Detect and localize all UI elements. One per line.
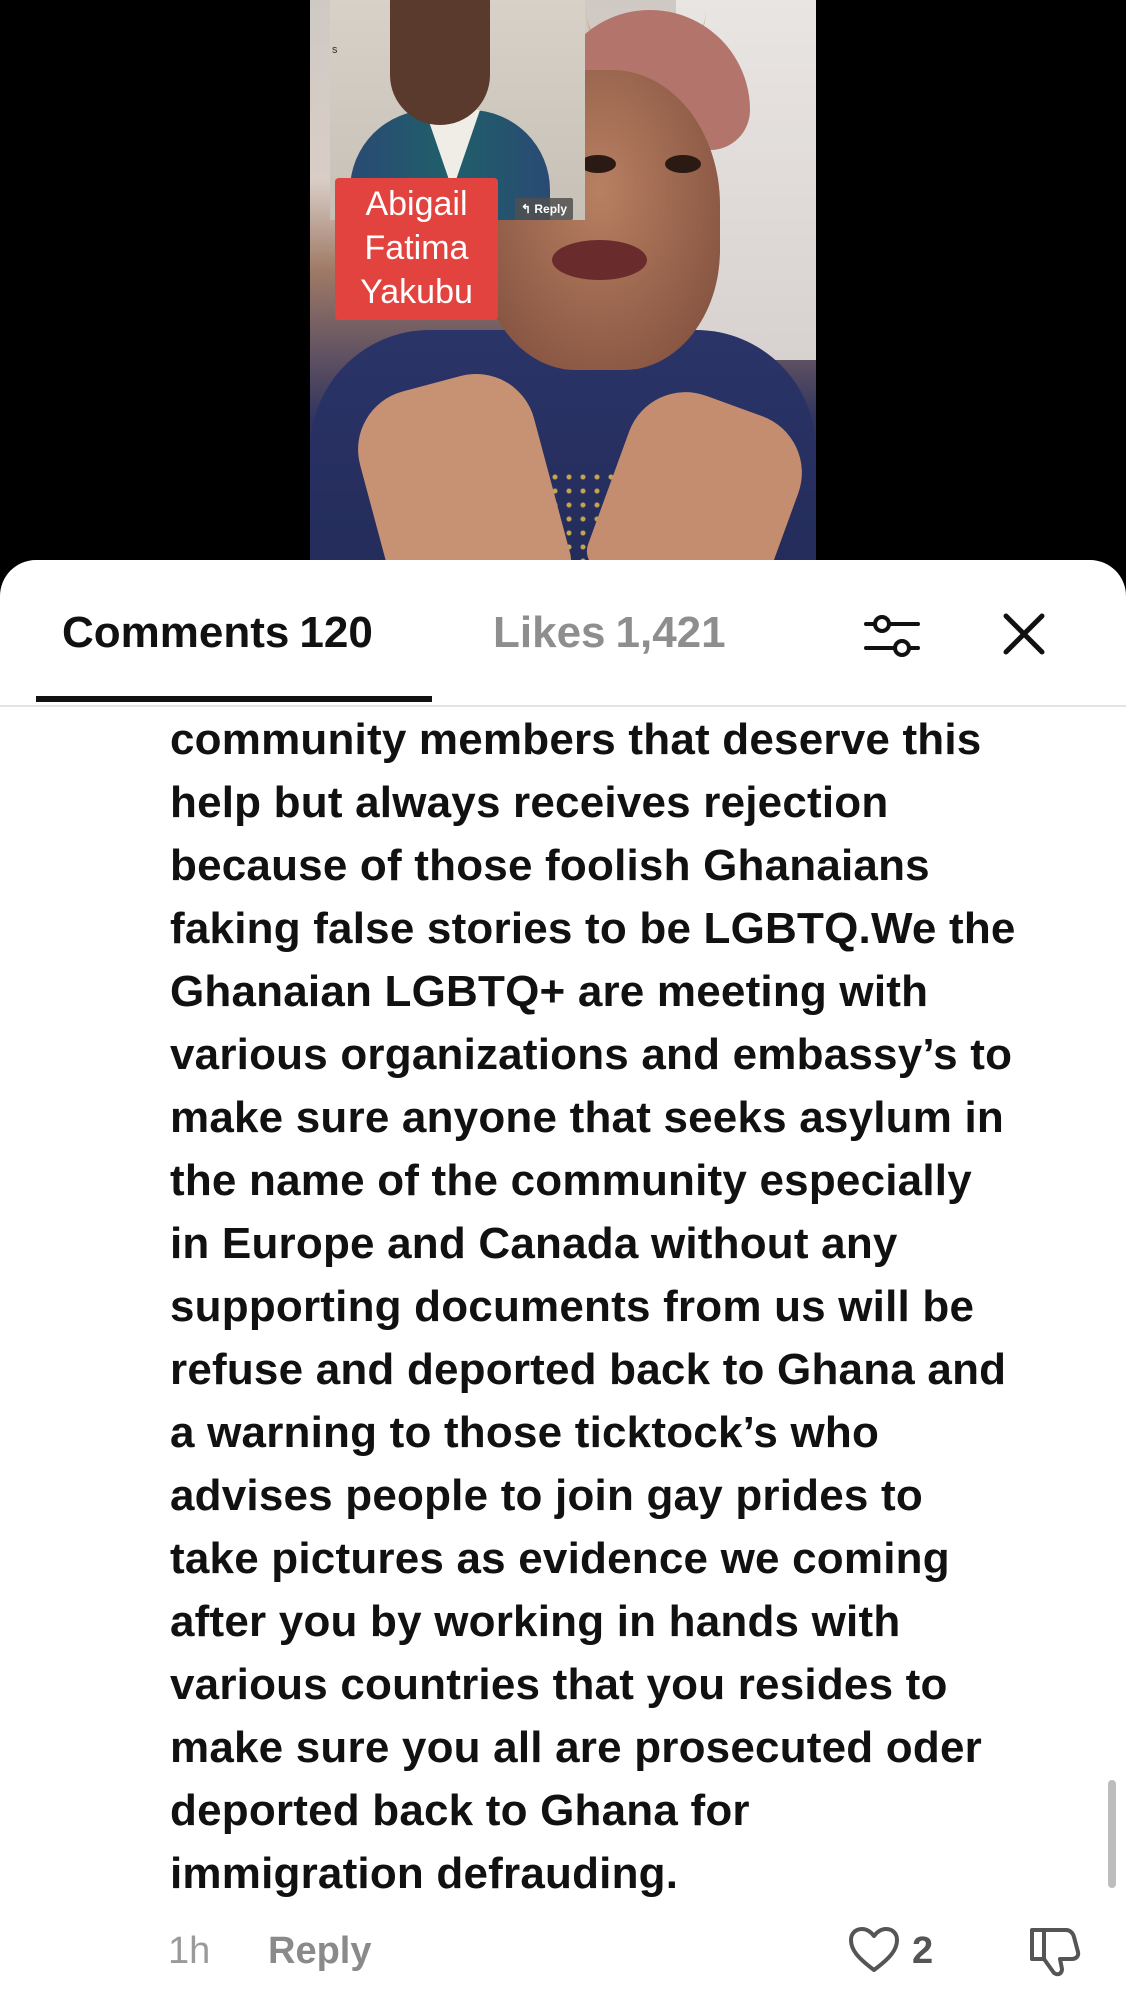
active-tab-indicator <box>36 696 432 702</box>
tab-comments-count: 120 <box>299 608 373 657</box>
comment-line: take pictures as evidence we coming <box>170 1534 950 1583</box>
name-badge-line: Abigail <box>365 185 468 223</box>
reply-tag: ↰ Reply <box>515 198 574 220</box>
comment-line: various countries that you resides to <box>170 1660 948 1709</box>
tab-likes-count: 1,421 <box>615 608 726 657</box>
comment-line: faking false stories to be LGBTQ.We the <box>170 904 1016 953</box>
close-icon[interactable] <box>998 608 1050 660</box>
speaker-lips <box>552 240 647 280</box>
name-badge-line: Yakubu <box>360 273 473 311</box>
comment-line: the name of the community especially <box>170 1156 972 1205</box>
comment-line: various organizations and embassy’s to <box>170 1030 1013 1079</box>
like-count: 2 <box>912 1930 934 1972</box>
comment-line: supporting documents from us will be <box>170 1282 975 1331</box>
comment-line: make sure you all are prosecuted oder <box>170 1723 982 1772</box>
comment-line: help but always receives rejection <box>170 778 889 827</box>
video-player[interactable]: s ↰ Reply Abigail Fatima Yakubu <box>0 0 1126 600</box>
tab-bar: Comments 120 Likes 1,421 <box>0 560 1126 707</box>
comment-line: immigration defrauding. <box>170 1849 679 1898</box>
thumbs-down-icon[interactable] <box>1026 1922 1082 1978</box>
inset-letter: s <box>332 44 338 56</box>
speaker-eye <box>580 155 616 173</box>
heart-icon[interactable] <box>848 1926 900 1974</box>
comment-line: deported back to Ghana for <box>170 1786 750 1835</box>
comment-line: community members that deserve this <box>170 715 982 764</box>
scrollbar[interactable] <box>1108 1780 1116 1888</box>
tab-likes-label: Likes <box>493 608 606 657</box>
tab-likes[interactable]: Likes 1,421 <box>493 608 726 658</box>
name-badge-line: Fatima <box>364 229 469 267</box>
sliders-icon[interactable] <box>864 608 920 664</box>
comment-line: Ghanaian LGBTQ+ are meeting with <box>170 967 929 1016</box>
comment-timestamp: 1h <box>168 1930 211 1972</box>
inset-person-head <box>390 0 490 125</box>
comment-line: because of those foolish Ghanaians <box>170 841 930 890</box>
speaker-eye <box>665 155 701 173</box>
comment-line: make sure anyone that seeks asylum in <box>170 1093 1005 1142</box>
comment-line: refuse and deported back to Ghana and <box>170 1345 1007 1394</box>
comment-line: after you by working in hands with <box>170 1597 901 1646</box>
comment-line: a warning to those ticktock’s who <box>170 1408 880 1457</box>
comment-line: in Europe and Canada without any <box>170 1219 898 1268</box>
comment-body: community members that deserve this help… <box>170 708 1100 1905</box>
reply-button[interactable]: Reply <box>268 1930 371 1973</box>
comments-sheet: Comments 120 Likes 1,421 community members… <box>0 560 1126 2000</box>
comment-line: advises people to join gay prides to <box>170 1471 923 1520</box>
name-badge: Abigail Fatima Yakubu <box>335 178 498 320</box>
tab-comments-label: Comments <box>62 608 290 657</box>
tab-comments[interactable]: Comments 120 <box>62 608 373 658</box>
